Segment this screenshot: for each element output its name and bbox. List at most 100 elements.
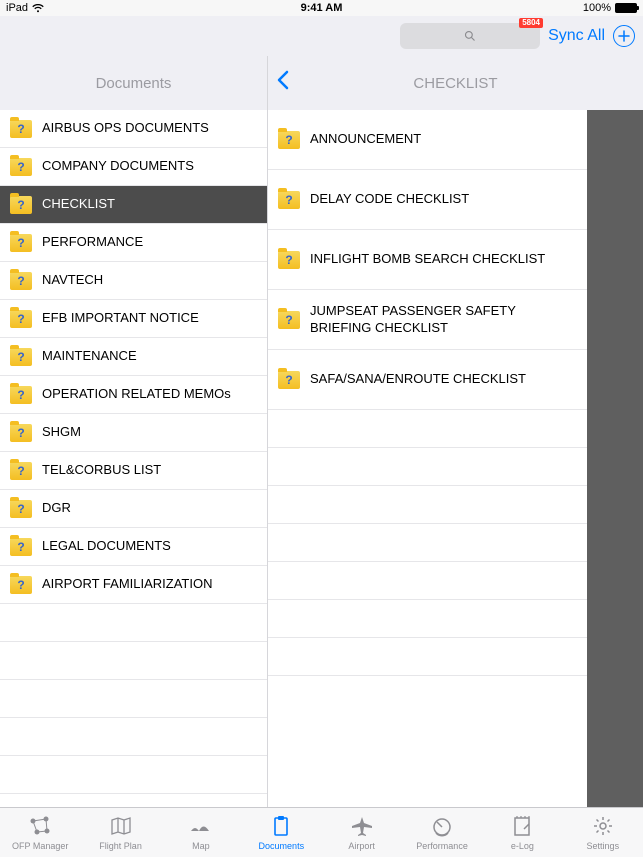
list-item-label: OPERATION RELATED MEMOs [42,386,257,402]
folder-icon: ? [10,424,32,442]
network-icon [28,815,52,839]
tab-e-log[interactable]: e-Log [482,808,562,857]
list-item[interactable]: ? LEGAL DOCUMENTS [0,528,267,566]
content-area: ?AIRBUS OPS DOCUMENTS?COMPANY DOCUMENTS?… [0,110,643,807]
left-pane[interactable]: ?AIRBUS OPS DOCUMENTS?COMPANY DOCUMENTS?… [0,110,268,807]
tab-performance[interactable]: Performance [402,808,482,857]
list-item[interactable]: ? JUMPSEAT PASSENGER SAFETY BRIEFING CHEC… [268,290,587,350]
folder-icon: ? [278,191,300,209]
folder-icon: ? [278,131,300,149]
empty-row [0,642,267,680]
empty-row [0,680,267,718]
folder-icon: ? [278,311,300,329]
list-item[interactable]: ? INFLIGHT BOMB SEARCH CHECKLIST [268,230,587,290]
folder-icon: ? [10,196,32,214]
tab-label: Performance [416,841,468,851]
list-item-label: ANNOUNCEMENT [310,131,577,147]
list-item-label: CHECKLIST [42,196,257,212]
tab-bar: OFP Manager Flight Plan Map Documents Airpor… [0,807,643,857]
folder-icon: ? [10,462,32,480]
list-item-label: SHGM [42,424,257,440]
folder-icon: ? [278,371,300,389]
list-item-label: DGR [42,500,257,516]
tab-airport[interactable]: Airport [322,808,402,857]
list-item-label: COMPANY DOCUMENTS [42,158,257,174]
tab-map[interactable]: Map [161,808,241,857]
tab-label: Flight Plan [99,841,142,851]
list-item-label: AIRPORT FAMILIARIZATION [42,576,257,592]
list-item[interactable]: ? CHECKLIST [0,186,267,224]
list-item[interactable]: ? MAINTENANCE [0,338,267,376]
tab-label: Settings [587,841,620,851]
gauge-icon [430,815,454,839]
list-item[interactable]: ? COMPANY DOCUMENTS [0,148,267,186]
add-button[interactable] [613,25,635,47]
list-item-label: INFLIGHT BOMB SEARCH CHECKLIST [310,251,577,267]
right-column-title: CHECKLIST [268,75,643,92]
tab-settings[interactable]: Settings [563,808,643,857]
folder-icon: ? [10,386,32,404]
list-item-label: SAFA/SANA/ENROUTE CHECKLIST [310,371,577,387]
empty-row [0,604,267,642]
left-column-title: Documents [0,56,268,110]
preview-strip [587,110,643,807]
empty-row [268,410,587,448]
right-pane[interactable]: ? ANNOUNCEMENT ?DELAY CODE CHECKLIST? INFLI… [268,110,587,807]
list-item-label: MAINTENANCE [42,348,257,364]
tab-label: Airport [348,841,375,851]
list-item[interactable]: ?DELAY CODE CHECKLIST [268,170,587,230]
list-item[interactable]: ? OPERATION RELATED MEMOs [0,376,267,414]
list-item[interactable]: ? ANNOUNCEMENT [268,110,587,170]
list-item[interactable]: ? SAFA/SANA/ENROUTE CHECKLIST [268,350,587,410]
terrain-icon [189,815,213,839]
list-item-label: NAVTECH [42,272,257,288]
tab-flight-plan[interactable]: Flight Plan [80,808,160,857]
tab-ofp-manager[interactable]: OFP Manager [0,808,80,857]
empty-row [268,562,587,600]
empty-row [268,524,587,562]
empty-row [268,486,587,524]
chevron-left-icon [276,70,290,90]
folder-icon: ? [278,251,300,269]
list-item-label: LEGAL DOCUMENTS [42,538,257,554]
tab-label: OFP Manager [12,841,68,851]
status-bar: iPad 9:41 AM 100% [0,0,643,16]
folder-icon: ? [10,272,32,290]
empty-row [0,756,267,794]
empty-row [268,600,587,638]
empty-row [268,638,587,676]
list-item[interactable]: ? EFB IMPORTANT NOTICE [0,300,267,338]
list-item[interactable]: ?AIRBUS OPS DOCUMENTS [0,110,267,148]
tab-label: e-Log [511,841,534,851]
top-toolbar: 5804 Sync All [0,16,643,56]
folder-icon: ? [10,158,32,176]
list-item-label: EFB IMPORTANT NOTICE [42,310,257,326]
folder-icon: ? [10,234,32,252]
list-item-label: AIRBUS OPS DOCUMENTS [42,120,257,136]
sync-badge: 5804 [519,18,543,28]
folder-icon: ? [10,538,32,556]
list-item[interactable]: ? PERFORMANCE [0,224,267,262]
folder-icon: ? [10,500,32,518]
plus-icon [618,30,630,42]
tab-label: Documents [259,841,305,851]
list-item[interactable]: ? NAVTECH [0,262,267,300]
sync-all-button[interactable]: Sync All [548,27,605,45]
list-item[interactable]: ? SHGM [0,414,267,452]
map-fold-icon [109,815,133,839]
clock: 9:41 AM [0,2,643,14]
folder-icon: ? [10,310,32,328]
folder-icon: ? [10,348,32,366]
battery-icon [615,3,637,13]
column-headers: Documents CHECKLIST [0,56,643,110]
list-item[interactable]: ?TEL&CORBUS LIST [0,452,267,490]
list-item-label: PERFORMANCE [42,234,257,250]
list-item-label: JUMPSEAT PASSENGER SAFETY BRIEFING CHECK… [310,303,577,336]
empty-row [0,718,267,756]
list-item[interactable]: ?AIRPORT FAMILIARIZATION [0,566,267,604]
gear-icon [591,815,615,839]
empty-row [268,448,587,486]
list-item[interactable]: ? DGR [0,490,267,528]
tab-documents[interactable]: Documents [241,808,321,857]
back-button[interactable] [268,69,298,97]
